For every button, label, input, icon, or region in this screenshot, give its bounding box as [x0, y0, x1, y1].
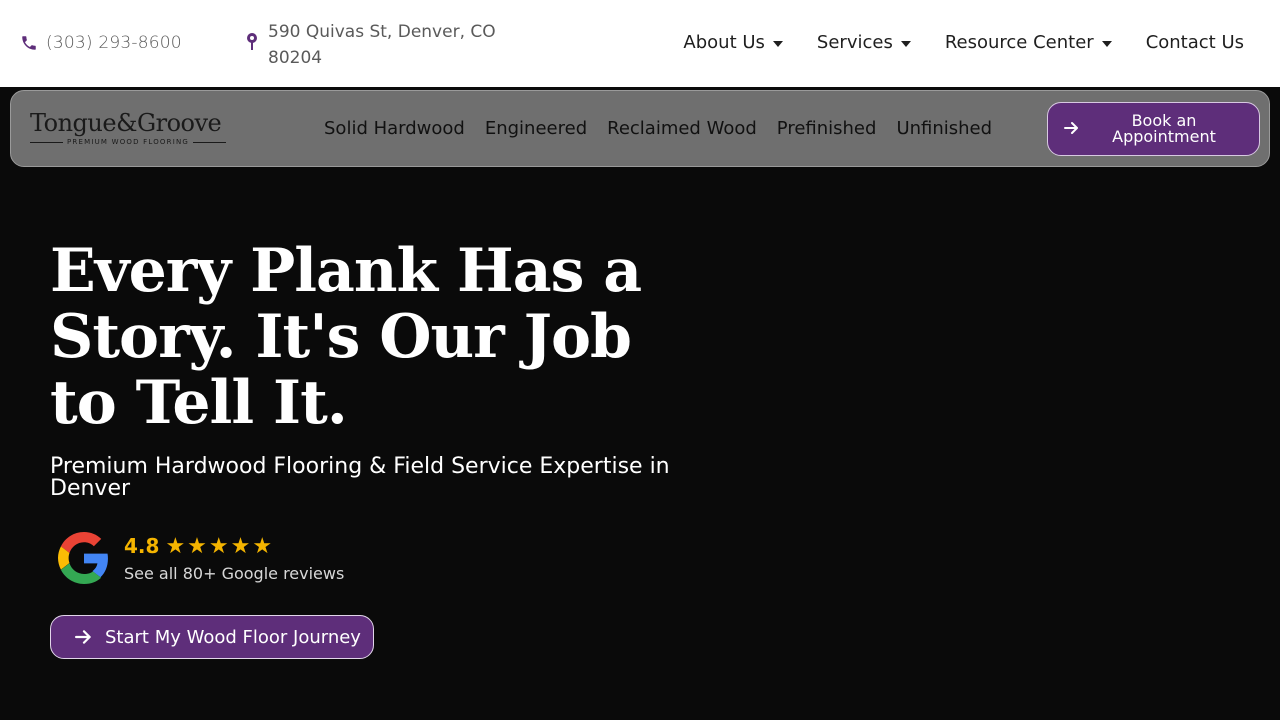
- nav-resource-center-label: Resource Center: [944, 32, 1094, 53]
- logo-tagline: PREMIUM WOOD FLOORING: [30, 138, 227, 146]
- start-journey-button[interactable]: Start My Wood Floor Journey: [50, 615, 374, 659]
- address-link[interactable]: 590 Quivas St, Denver, CO 80204: [246, 19, 516, 71]
- logo-rule-left: [30, 141, 63, 143]
- address-text: 590 Quivas St, Denver, CO 80204: [268, 19, 496, 71]
- book-appointment-label: Book an Appointment: [1112, 111, 1216, 146]
- nav-services-label: Services: [816, 32, 893, 53]
- nav-solid-hardwood[interactable]: Solid Hardwood: [324, 118, 465, 139]
- nav-about-us[interactable]: About Us: [683, 32, 783, 53]
- arrow-right-icon: [1064, 122, 1078, 134]
- caret-down-icon: [1101, 40, 1112, 47]
- map-pin-icon: [247, 33, 257, 50]
- product-navigation: Solid Hardwood Engineered Reclaimed Wood…: [324, 118, 992, 139]
- phone-icon: [22, 36, 36, 50]
- nav-unfinished[interactable]: Unfinished: [896, 118, 992, 139]
- nav-reclaimed-wood[interactable]: Reclaimed Wood: [607, 118, 757, 139]
- rating-score-row: 4.8 ★★★★★: [124, 533, 344, 559]
- nav-contact-us[interactable]: Contact Us: [1146, 32, 1244, 53]
- hero-title: Every Plank Has a Story. It's Our Job to…: [50, 236, 642, 438]
- rating-text: 4.8 ★★★★★ See all 80+ Google reviews: [124, 533, 344, 583]
- site-logo[interactable]: Tongue&Groove PREMIUM WOOD FLOORING: [30, 109, 227, 149]
- address-line-2: 80204: [268, 48, 323, 68]
- phone-number: (303) 293-8600: [46, 33, 182, 53]
- nav-contact-us-label: Contact Us: [1145, 32, 1244, 53]
- main-navbar: Tongue&Groove PREMIUM WOOD FLOORING Soli…: [10, 90, 1270, 167]
- hero-subtitle: Premium Hardwood Flooring & Field Servic…: [50, 454, 670, 501]
- nav-services[interactable]: Services: [817, 32, 911, 53]
- logo-rule-right: [193, 141, 227, 143]
- caret-down-icon: [900, 40, 911, 47]
- caret-down-icon: [772, 40, 783, 47]
- google-rating-widget[interactable]: 4.8 ★★★★★ See all 80+ Google reviews: [58, 532, 344, 584]
- google-logo-icon: [58, 532, 108, 584]
- nav-resource-center[interactable]: Resource Center: [945, 32, 1112, 53]
- top-contact-bar: (303) 293-8600 590 Quivas St, Denver, CO…: [0, 0, 1280, 87]
- star-rating-icon: ★★★★★: [165, 533, 275, 558]
- nav-about-us-label: About Us: [683, 32, 765, 53]
- logo-tagline-text: PREMIUM WOOD FLOORING: [66, 138, 190, 146]
- rating-score: 4.8: [124, 534, 160, 558]
- address-line-1: 590 Quivas St, Denver, CO: [268, 22, 496, 42]
- phone-link[interactable]: (303) 293-8600: [20, 33, 182, 53]
- logo-wordmark: Tongue&Groove: [30, 109, 222, 137]
- book-appointment-button[interactable]: Book an Appointment: [1047, 102, 1260, 156]
- arrow-right-icon: [75, 630, 91, 644]
- start-journey-label: Start My Wood Floor Journey: [105, 626, 361, 648]
- nav-engineered[interactable]: Engineered: [485, 118, 587, 139]
- nav-prefinished[interactable]: Prefinished: [777, 118, 877, 139]
- top-navigation: About Us Services Resource Center Contac…: [683, 32, 1244, 53]
- google-reviews-link[interactable]: See all 80+ Google reviews: [124, 564, 344, 583]
